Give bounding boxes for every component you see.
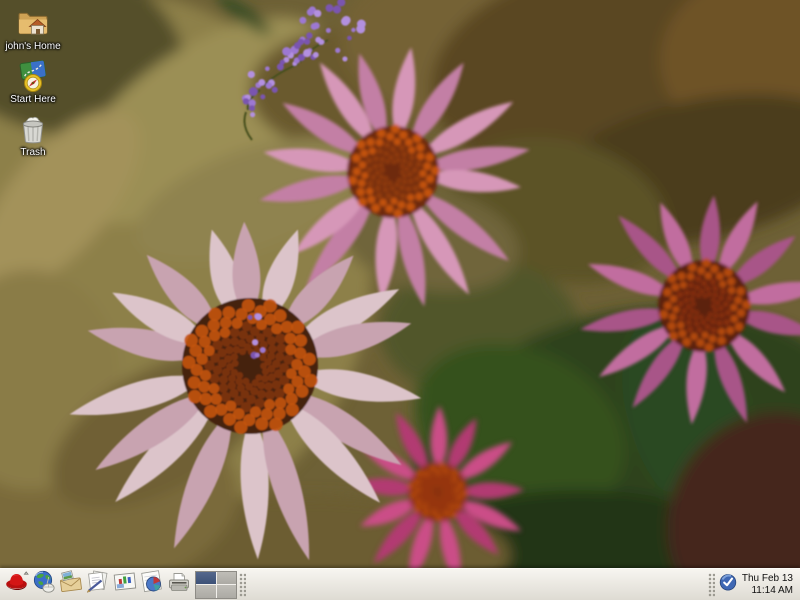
desktop-icon-trash[interactable]: Trash <box>1 112 65 158</box>
envelope-icon <box>58 569 84 600</box>
main-menu-button[interactable] <box>3 571 30 599</box>
red-hat-menu-icon <box>4 569 30 600</box>
trash-icon <box>15 112 51 146</box>
desktop-icon-label: john's Home <box>5 41 60 52</box>
desktop-icon-column: john's Home Start Here <box>1 6 67 165</box>
start-here-icon <box>15 59 51 93</box>
globe-mouse-icon <box>31 569 57 600</box>
workspace-cell[interactable] <box>217 585 237 598</box>
desktop-icon-label: Start Here <box>10 94 56 105</box>
home-folder-icon <box>15 6 51 40</box>
panel-drag-handle[interactable] <box>239 573 246 597</box>
clock-time: 11:14 AM <box>742 585 793 597</box>
word-processor-launcher[interactable] <box>84 571 111 599</box>
documents-pen-icon <box>85 569 111 600</box>
pie-chart-icon <box>139 569 165 600</box>
desktop-icon-start-here[interactable]: Start Here <box>1 59 65 105</box>
slide-chart-icon <box>112 569 138 600</box>
update-alert-button[interactable] <box>719 573 737 596</box>
gnome-panel: Thu Feb 13 11:14 AM <box>0 568 800 600</box>
workspace-cell[interactable] <box>196 585 216 598</box>
panel-drag-handle[interactable] <box>708 573 715 597</box>
workspace-switcher[interactable] <box>195 571 237 599</box>
spreadsheet-launcher[interactable] <box>138 571 165 599</box>
clock-applet[interactable]: Thu Feb 13 11:14 AM <box>742 573 797 596</box>
printer-icon <box>166 569 192 600</box>
desktop-icon-label: Trash <box>20 147 45 158</box>
print-manager-launcher[interactable] <box>165 571 192 599</box>
desktop-icon-johns-home[interactable]: john's Home <box>1 6 65 52</box>
workspace-cell[interactable] <box>217 572 237 585</box>
desktop-wallpaper[interactable] <box>0 0 800 600</box>
clock-date: Thu Feb 13 <box>742 573 793 585</box>
presentation-launcher[interactable] <box>111 571 138 599</box>
alert-check-icon <box>719 573 737 596</box>
desktop: john's Home Start Here <box>0 0 800 600</box>
web-browser-launcher[interactable] <box>30 571 57 599</box>
email-launcher[interactable] <box>57 571 84 599</box>
workspace-cell-active[interactable] <box>196 572 216 585</box>
